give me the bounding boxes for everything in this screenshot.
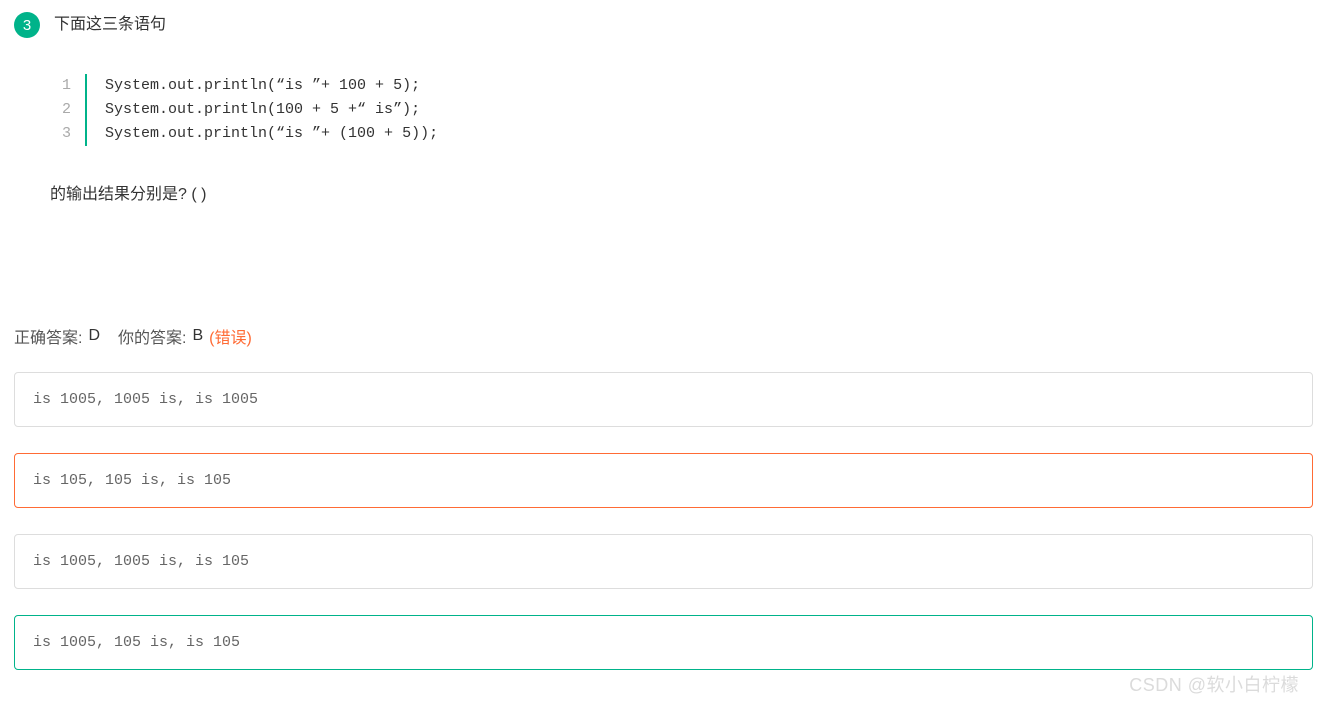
line-number: 2 <box>62 98 71 122</box>
code-content: System.out.println(“is ”+ 100 + 5); Syst… <box>87 74 438 146</box>
answer-header: 正确答案: D 你的答案: B (错误) <box>14 314 1313 372</box>
question-number-badge: 3 <box>14 12 40 38</box>
watermark: CSDN @软小白柠檬 <box>1129 671 1299 697</box>
option-d[interactable]: is 1005, 105 is, is 105 <box>14 615 1313 670</box>
correct-answer-value: D <box>88 327 100 345</box>
correct-answer-label: 正确答案: <box>14 324 82 348</box>
question-suffix: 的输出结果分别是? ( ) <box>50 180 1327 204</box>
your-answer-value: B <box>192 327 203 345</box>
option-c[interactable]: is 1005, 1005 is, is 105 <box>14 534 1313 589</box>
option-a[interactable]: is 1005, 1005 is, is 1005 <box>14 372 1313 427</box>
answer-section: 正确答案: D 你的答案: B (错误) is 1005, 1005 is, i… <box>0 314 1327 670</box>
question-title: 下面这三条语句 <box>54 12 166 38</box>
code-line: System.out.println(“is ”+ 100 + 5); <box>105 74 438 98</box>
code-line: System.out.println(100 + 5 +“ is”); <box>105 98 438 122</box>
answer-status: (错误) <box>209 324 252 348</box>
code-line-numbers: 1 2 3 <box>62 74 87 146</box>
code-block: 1 2 3 System.out.println(“is ”+ 100 + 5)… <box>62 74 1327 146</box>
line-number: 3 <box>62 122 71 146</box>
code-line: System.out.println(“is ”+ (100 + 5)); <box>105 122 438 146</box>
option-b[interactable]: is 105, 105 is, is 105 <box>14 453 1313 508</box>
your-answer-label: 你的答案: <box>118 324 186 348</box>
question-header: 3 下面这三条语句 <box>0 0 1327 50</box>
line-number: 1 <box>62 74 71 98</box>
